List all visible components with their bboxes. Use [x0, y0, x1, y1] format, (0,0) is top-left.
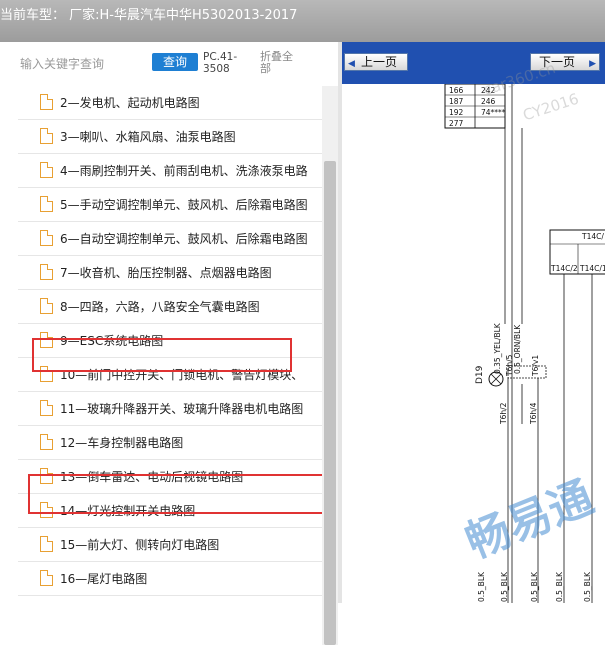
list-item[interactable]: 7—收音机、胎压控制器、点烟器电路图 [18, 256, 322, 290]
list-item[interactable]: 3—喇叭、水箱风扇、油泵电路图 [18, 120, 322, 154]
pc-code: PC.41-3508 [203, 51, 238, 75]
connector-label: T14C/2 [550, 264, 578, 273]
wire-label: 0.5_BLK [555, 571, 564, 602]
list-item-label: 4—雨刷控制开关、前雨刮电机、洗涤液泵电路 [60, 164, 308, 178]
list-item[interactable]: 12—车身控制器电路图 [18, 426, 322, 460]
list-item-label: 6—自动空调控制单元、鼓风机、后除霜电路图 [60, 232, 308, 246]
list-item[interactable]: 16—尾灯电路图 [18, 562, 322, 596]
diagram-list: 2—发电机、起动机电路图 3—喇叭、水箱风扇、油泵电路图 4—雨刷控制开关、前雨… [0, 86, 322, 603]
scroll-thumb[interactable] [324, 161, 336, 645]
table-cell: 166 [449, 86, 464, 95]
search-button[interactable]: 查询 [152, 53, 198, 71]
table-cell: 187 [449, 97, 464, 106]
document-icon [40, 196, 53, 212]
model-title: 当前车型： 厂家:H-华晨汽车中华H5302013-2017 [0, 8, 298, 23]
list-item-label: 8—四路，六路，八路安全气囊电路图 [60, 300, 260, 314]
list-item[interactable]: 5—手动空调控制单元、鼓风机、后除霜电路图 [18, 188, 322, 222]
wire-label: 0.5_BLK [500, 571, 509, 602]
document-icon [40, 434, 53, 450]
document-icon [40, 298, 53, 314]
prev-page-button[interactable]: ◀ 上一页 [344, 53, 408, 71]
collapse-all-button[interactable]: 折叠全部 [260, 51, 302, 75]
catalog-panel: 输入关键字查询 查询 PC.41-3508 折叠全部 2—发电机、起动机电路图 … [0, 42, 338, 645]
wire-label: 0.5_ORN/BLK [513, 324, 522, 374]
document-icon [40, 536, 53, 552]
document-icon [40, 570, 53, 586]
list-item[interactable]: 11—玻璃升降器开关、玻璃升降器电机电路图 [18, 392, 322, 426]
list-item-label: 3—喇叭、水箱风扇、油泵电路图 [60, 130, 236, 144]
connector-label: T14C/ [581, 232, 604, 241]
list-item-label: 16—尾灯电路图 [60, 572, 148, 586]
wire-label: 0.5_BLK [477, 571, 486, 602]
document-icon [40, 94, 53, 110]
document-icon [40, 400, 53, 416]
table-cell: 277 [449, 119, 464, 128]
list-item[interactable]: 8—四路，六路，八路安全气囊电路图 [18, 290, 322, 324]
wiring-diagram: 166 242 187 246 192 74**** 277 T14C/ T14… [342, 59, 605, 603]
document-icon [40, 230, 53, 246]
page-nav-bar: ◀ 上一页 下一页 ▶ [342, 42, 605, 84]
prev-page-label: 上一页 [361, 55, 398, 69]
search-input[interactable]: 输入关键字查询 [20, 55, 104, 72]
diagram-viewer: ◀ 上一页 下一页 ▶ 166 242 187 246 192 74**** 2… [342, 42, 605, 603]
arrow-right-icon: ▶ [589, 59, 596, 69]
list-item[interactable]: 6—自动空调控制单元、鼓风机、后除霜电路图 [18, 222, 322, 256]
connector-label: T14C/1 [579, 264, 605, 273]
list-item-label: 7—收音机、胎压控制器、点烟器电路图 [60, 266, 272, 280]
table-cell: 192 [449, 108, 464, 117]
highlight-box [32, 338, 292, 372]
document-icon [40, 128, 53, 144]
list-item[interactable]: 4—雨刷控制开关、前雨刮电机、洗涤液泵电路 [18, 154, 322, 188]
highlight-box [28, 474, 322, 514]
search-row: 输入关键字查询 查询 PC.41-3508 折叠全部 [0, 42, 338, 82]
wire-label: 0.35_YEL/BLK [493, 322, 502, 374]
wire-label: 0.5_BLK [583, 571, 592, 602]
list-scrollbar[interactable] [322, 86, 338, 645]
pin-label: T6h/2 [499, 402, 508, 425]
document-icon [40, 264, 53, 280]
list-item-label: 12—车身控制器电路图 [60, 436, 184, 450]
list-item-label: 11—玻璃升降器开关、玻璃升降器电机电路图 [60, 402, 304, 416]
arrow-left-icon: ◀ [348, 59, 355, 69]
list-item-label: 5—手动空调控制单元、鼓风机、后除霜电路图 [60, 198, 308, 212]
list-item[interactable]: 15—前大灯、侧转向灯电路图 [18, 528, 322, 562]
component-id: D19 [475, 365, 485, 384]
model-title-bar: 当前车型： 厂家:H-华晨汽车中华H5302013-2017 [0, 0, 605, 42]
document-icon [40, 162, 53, 178]
table-cell: 74**** [481, 108, 506, 117]
list-item-label: 2—发电机、起动机电路图 [60, 96, 200, 110]
wire-label: 0.5_BLK [530, 571, 539, 602]
list-item[interactable]: 2—发电机、起动机电路图 [18, 86, 322, 120]
pin-label: T6h/4 [529, 402, 538, 425]
list-item-label: 15—前大灯、侧转向灯电路图 [60, 538, 220, 552]
